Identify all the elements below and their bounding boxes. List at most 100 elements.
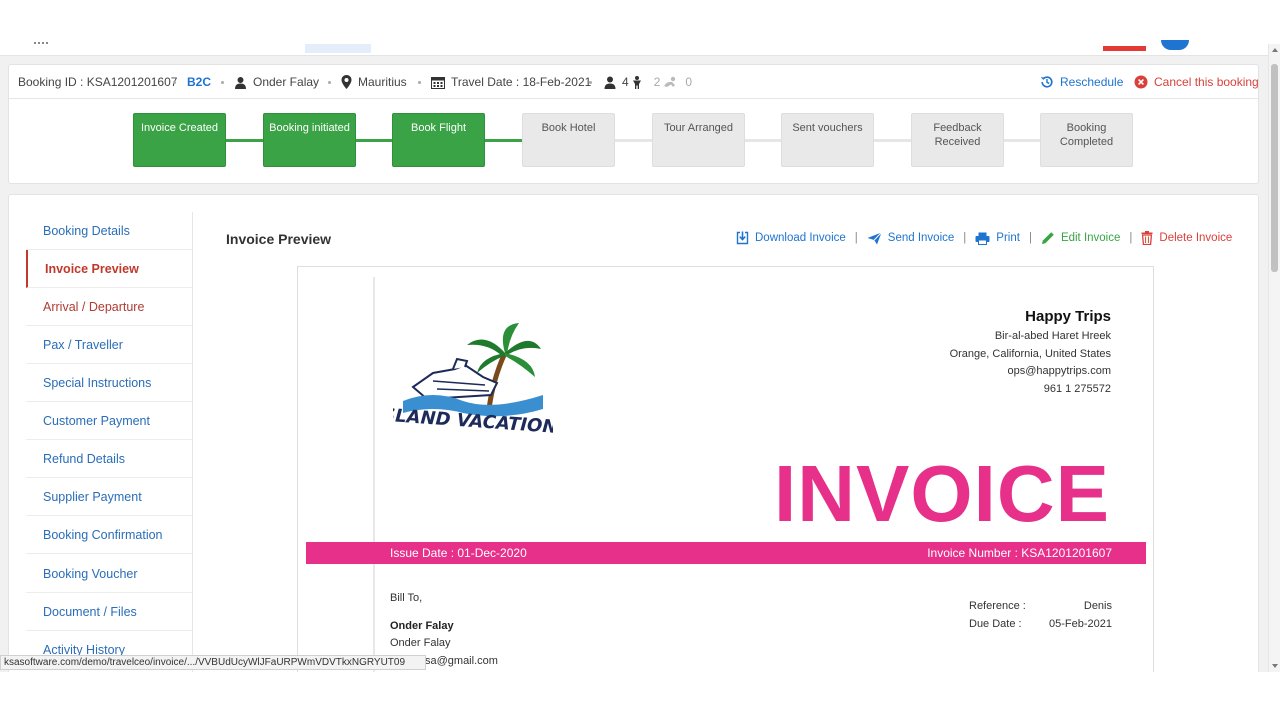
invoice-margin-line xyxy=(373,277,375,672)
sidebar-item-customer-payment[interactable]: Customer Payment xyxy=(26,402,193,440)
separator-dot xyxy=(589,81,592,84)
progress-connector xyxy=(356,139,392,142)
step-tour-arranged[interactable]: Tour Arranged xyxy=(652,113,745,167)
page-title: Invoice Preview xyxy=(226,231,332,247)
download-invoice-button[interactable]: Download Invoice xyxy=(736,231,846,245)
sidebar-item-arrival-departure[interactable]: Arrival / Departure xyxy=(26,288,193,326)
header-tab-fragment[interactable] xyxy=(305,44,371,53)
trash-icon xyxy=(1141,231,1153,245)
sidebar-divider xyxy=(192,212,193,672)
separator-dot xyxy=(418,81,421,84)
company-address-line2: Orange, California, United States xyxy=(949,347,1111,360)
sidebar-item-special-instructions[interactable]: Special Instructions xyxy=(26,364,193,402)
action-separator: | xyxy=(1129,232,1133,244)
action-separator: | xyxy=(963,232,967,244)
avatar[interactable] xyxy=(1161,40,1189,50)
issue-date: Issue Date : 01-Dec-2020 xyxy=(390,546,527,560)
delete-invoice-label: Delete Invoice xyxy=(1159,232,1233,244)
child-icon xyxy=(632,75,641,89)
customer-info[interactable]: Onder Falay xyxy=(234,75,319,89)
company-phone: 961 1 275572 xyxy=(1043,382,1111,395)
header-logo-fragment xyxy=(34,38,48,44)
destination-name: Mauritius xyxy=(358,75,407,89)
history-icon xyxy=(1040,76,1053,88)
separator-dot xyxy=(173,81,176,84)
sidebar-item-booking-details[interactable]: Booking Details xyxy=(26,212,193,250)
scroll-up-arrow-icon[interactable] xyxy=(1272,48,1278,52)
separator-dot xyxy=(221,81,224,84)
company-email: ops@happytrips.com xyxy=(1007,365,1112,377)
send-invoice-label: Send Invoice xyxy=(887,232,955,244)
sidebar-item-invoice-preview[interactable]: Invoice Preview xyxy=(26,250,193,288)
progress-connector xyxy=(614,139,652,142)
download-invoice-label: Download Invoice xyxy=(755,232,846,244)
step-book-hotel[interactable]: Book Hotel xyxy=(522,113,615,167)
page-scrollbar[interactable] xyxy=(1268,44,1280,672)
printer-icon xyxy=(975,232,990,245)
travel-date-info: Travel Date : 18-Feb-2021 xyxy=(431,75,591,89)
progress-connector xyxy=(485,139,522,142)
reschedule-button[interactable]: Reschedule xyxy=(1040,75,1123,89)
channel-badge: B2C xyxy=(187,75,212,89)
action-separator: | xyxy=(1028,232,1032,244)
top-header-strip xyxy=(0,0,1268,56)
adult-icon xyxy=(604,76,616,89)
progress-connector xyxy=(744,139,781,142)
invoice-reference-block: Reference : Denis Due Date : 05-Feb-2021 xyxy=(969,597,1112,633)
sidebar-item-document-files[interactable]: Document / Files xyxy=(26,593,193,631)
due-date-label: Due Date : xyxy=(969,618,1022,630)
download-icon xyxy=(736,231,749,245)
cancel-booking-button[interactable]: Cancel this booking xyxy=(1134,75,1259,89)
bill-to-name: Onder Falay xyxy=(390,619,454,632)
company-address-line1: Bir-al-abed Haret Hreek xyxy=(994,330,1111,342)
reference-value: Denis xyxy=(1083,600,1112,612)
travel-date: Travel Date : 18-Feb-2021 xyxy=(451,75,592,89)
destination-info: Mauritius xyxy=(341,75,407,89)
booking-info-bar: Booking ID : KSA1201201607 B2C Onder Fal… xyxy=(9,65,1259,99)
close-circle-icon xyxy=(1134,75,1148,89)
company-info: Happy Trips Bir-al-abed Haret Hreek Oran… xyxy=(950,307,1111,398)
header-red-button-fragment[interactable] xyxy=(1103,46,1146,51)
sidebar-item-supplier-payment[interactable]: Supplier Payment xyxy=(26,478,193,516)
adult-count: 4 xyxy=(622,75,629,89)
send-invoice-button[interactable]: Send Invoice xyxy=(867,231,955,245)
sidebar-item-pax-traveller[interactable]: Pax / Traveller xyxy=(26,326,193,364)
browser-status-bar: ksasoftware.com/demo/travelceo/invoice/.… xyxy=(0,655,426,670)
reference-row: Reference : Denis xyxy=(969,597,1112,615)
company-name: Happy Trips xyxy=(1025,308,1111,325)
step-book-flight[interactable]: Book Flight xyxy=(392,113,485,167)
print-button[interactable]: Print xyxy=(975,232,1020,245)
sidebar-item-refund-details[interactable]: Refund Details xyxy=(26,440,193,478)
sidebar-item-booking-voucher[interactable]: Booking Voucher xyxy=(26,555,193,593)
pax-count: 4 2 0 xyxy=(604,75,692,89)
booking-id: Booking ID : KSA1201201607 xyxy=(18,75,178,89)
step-booking-initiated[interactable]: Booking initiated xyxy=(263,113,356,167)
scrollbar-thumb[interactable] xyxy=(1271,64,1278,272)
pencil-icon xyxy=(1041,232,1054,244)
invoice-number: Invoice Number : KSA1201201607 xyxy=(927,546,1112,560)
edit-invoice-label: Edit Invoice xyxy=(1060,232,1121,244)
print-label: Print xyxy=(996,232,1020,244)
invoice-meta-bar: Issue Date : 01-Dec-2020 Invoice Number … xyxy=(306,542,1146,564)
infant-icon xyxy=(664,76,676,87)
step-invoice-created[interactable]: Invoice Created xyxy=(133,113,226,167)
edit-invoice-button[interactable]: Edit Invoice xyxy=(1041,231,1120,245)
infant-count: 0 xyxy=(685,75,693,89)
due-date-row: Due Date : 05-Feb-2021 xyxy=(969,615,1112,633)
island-vacations-logo: ISLAND VACATIONS xyxy=(393,323,553,439)
step-booking-completed[interactable]: Booking Completed xyxy=(1040,113,1133,167)
step-sent-vouchers[interactable]: Sent vouchers xyxy=(781,113,874,167)
reference-label: Reference : xyxy=(969,600,1026,612)
due-date-value: 05-Feb-2021 xyxy=(1049,618,1112,630)
invoice-heading: INVOICE xyxy=(774,449,1110,538)
customer-name: Onder Falay xyxy=(253,75,320,89)
calendar-icon xyxy=(431,76,445,89)
bill-to-contact: Onder Falay xyxy=(390,637,451,649)
reschedule-label: Reschedule xyxy=(1060,75,1124,89)
sidebar-item-booking-confirmation[interactable]: Booking Confirmation xyxy=(26,516,193,554)
progress-connector xyxy=(1003,139,1040,142)
step-feedback-received[interactable]: Feedback Received xyxy=(911,113,1004,167)
user-icon xyxy=(235,76,246,89)
delete-invoice-button[interactable]: Delete Invoice xyxy=(1141,231,1232,245)
scroll-down-arrow-icon[interactable] xyxy=(1272,664,1278,668)
